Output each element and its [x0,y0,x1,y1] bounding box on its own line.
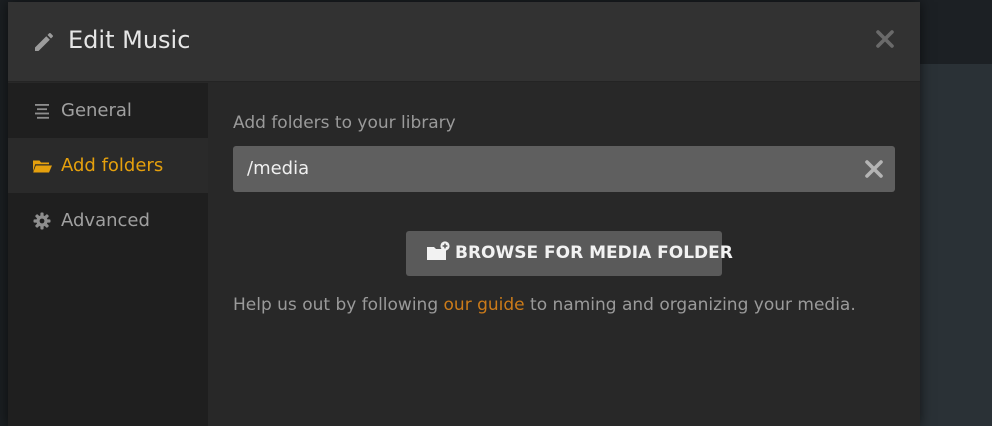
section-label: Add folders to your library [233,113,456,133]
help-text-after: to naming and organizing your media. [524,295,856,315]
sidebar-item-label: General [61,100,132,121]
sidebar-item-add-folders[interactable]: Add folders [8,138,208,193]
sidebar-item-advanced[interactable]: Advanced [8,193,208,248]
background-left [0,0,8,426]
sidebar-item-general[interactable]: General [8,83,208,138]
help-text-before: Help us out by following [233,295,444,315]
folder-path-field[interactable]: /media [233,146,895,192]
dialog-sidebar: General Add folders Advanced [8,83,208,426]
clear-icon[interactable] [863,158,885,180]
list-icon [35,104,49,119]
dialog-title: Edit Music [68,26,191,54]
browse-for-media-folder-button[interactable]: BROWSE FOR MEDIA FOLDER [406,231,733,276]
folder-open-icon [33,160,52,173]
dialog-content: Add folders to your library /media BROWS… [208,83,920,426]
close-icon[interactable] [874,28,896,50]
browse-button-label: BROWSE FOR MEDIA FOLDER [455,243,733,263]
guide-link[interactable]: our guide [444,295,525,315]
sidebar-item-label: Add folders [61,155,164,176]
folder-add-icon [427,241,450,260]
help-text: Help us out by following our guide to na… [233,295,856,315]
pencil-icon [35,33,53,51]
gear-icon [33,212,51,230]
background-right [920,64,992,426]
edit-library-dialog: Edit Music General Add folders Advanced … [8,2,920,426]
folder-path-value[interactable]: /media [247,158,309,179]
dialog-header: Edit Music [8,2,920,82]
sidebar-item-label: Advanced [61,210,150,231]
